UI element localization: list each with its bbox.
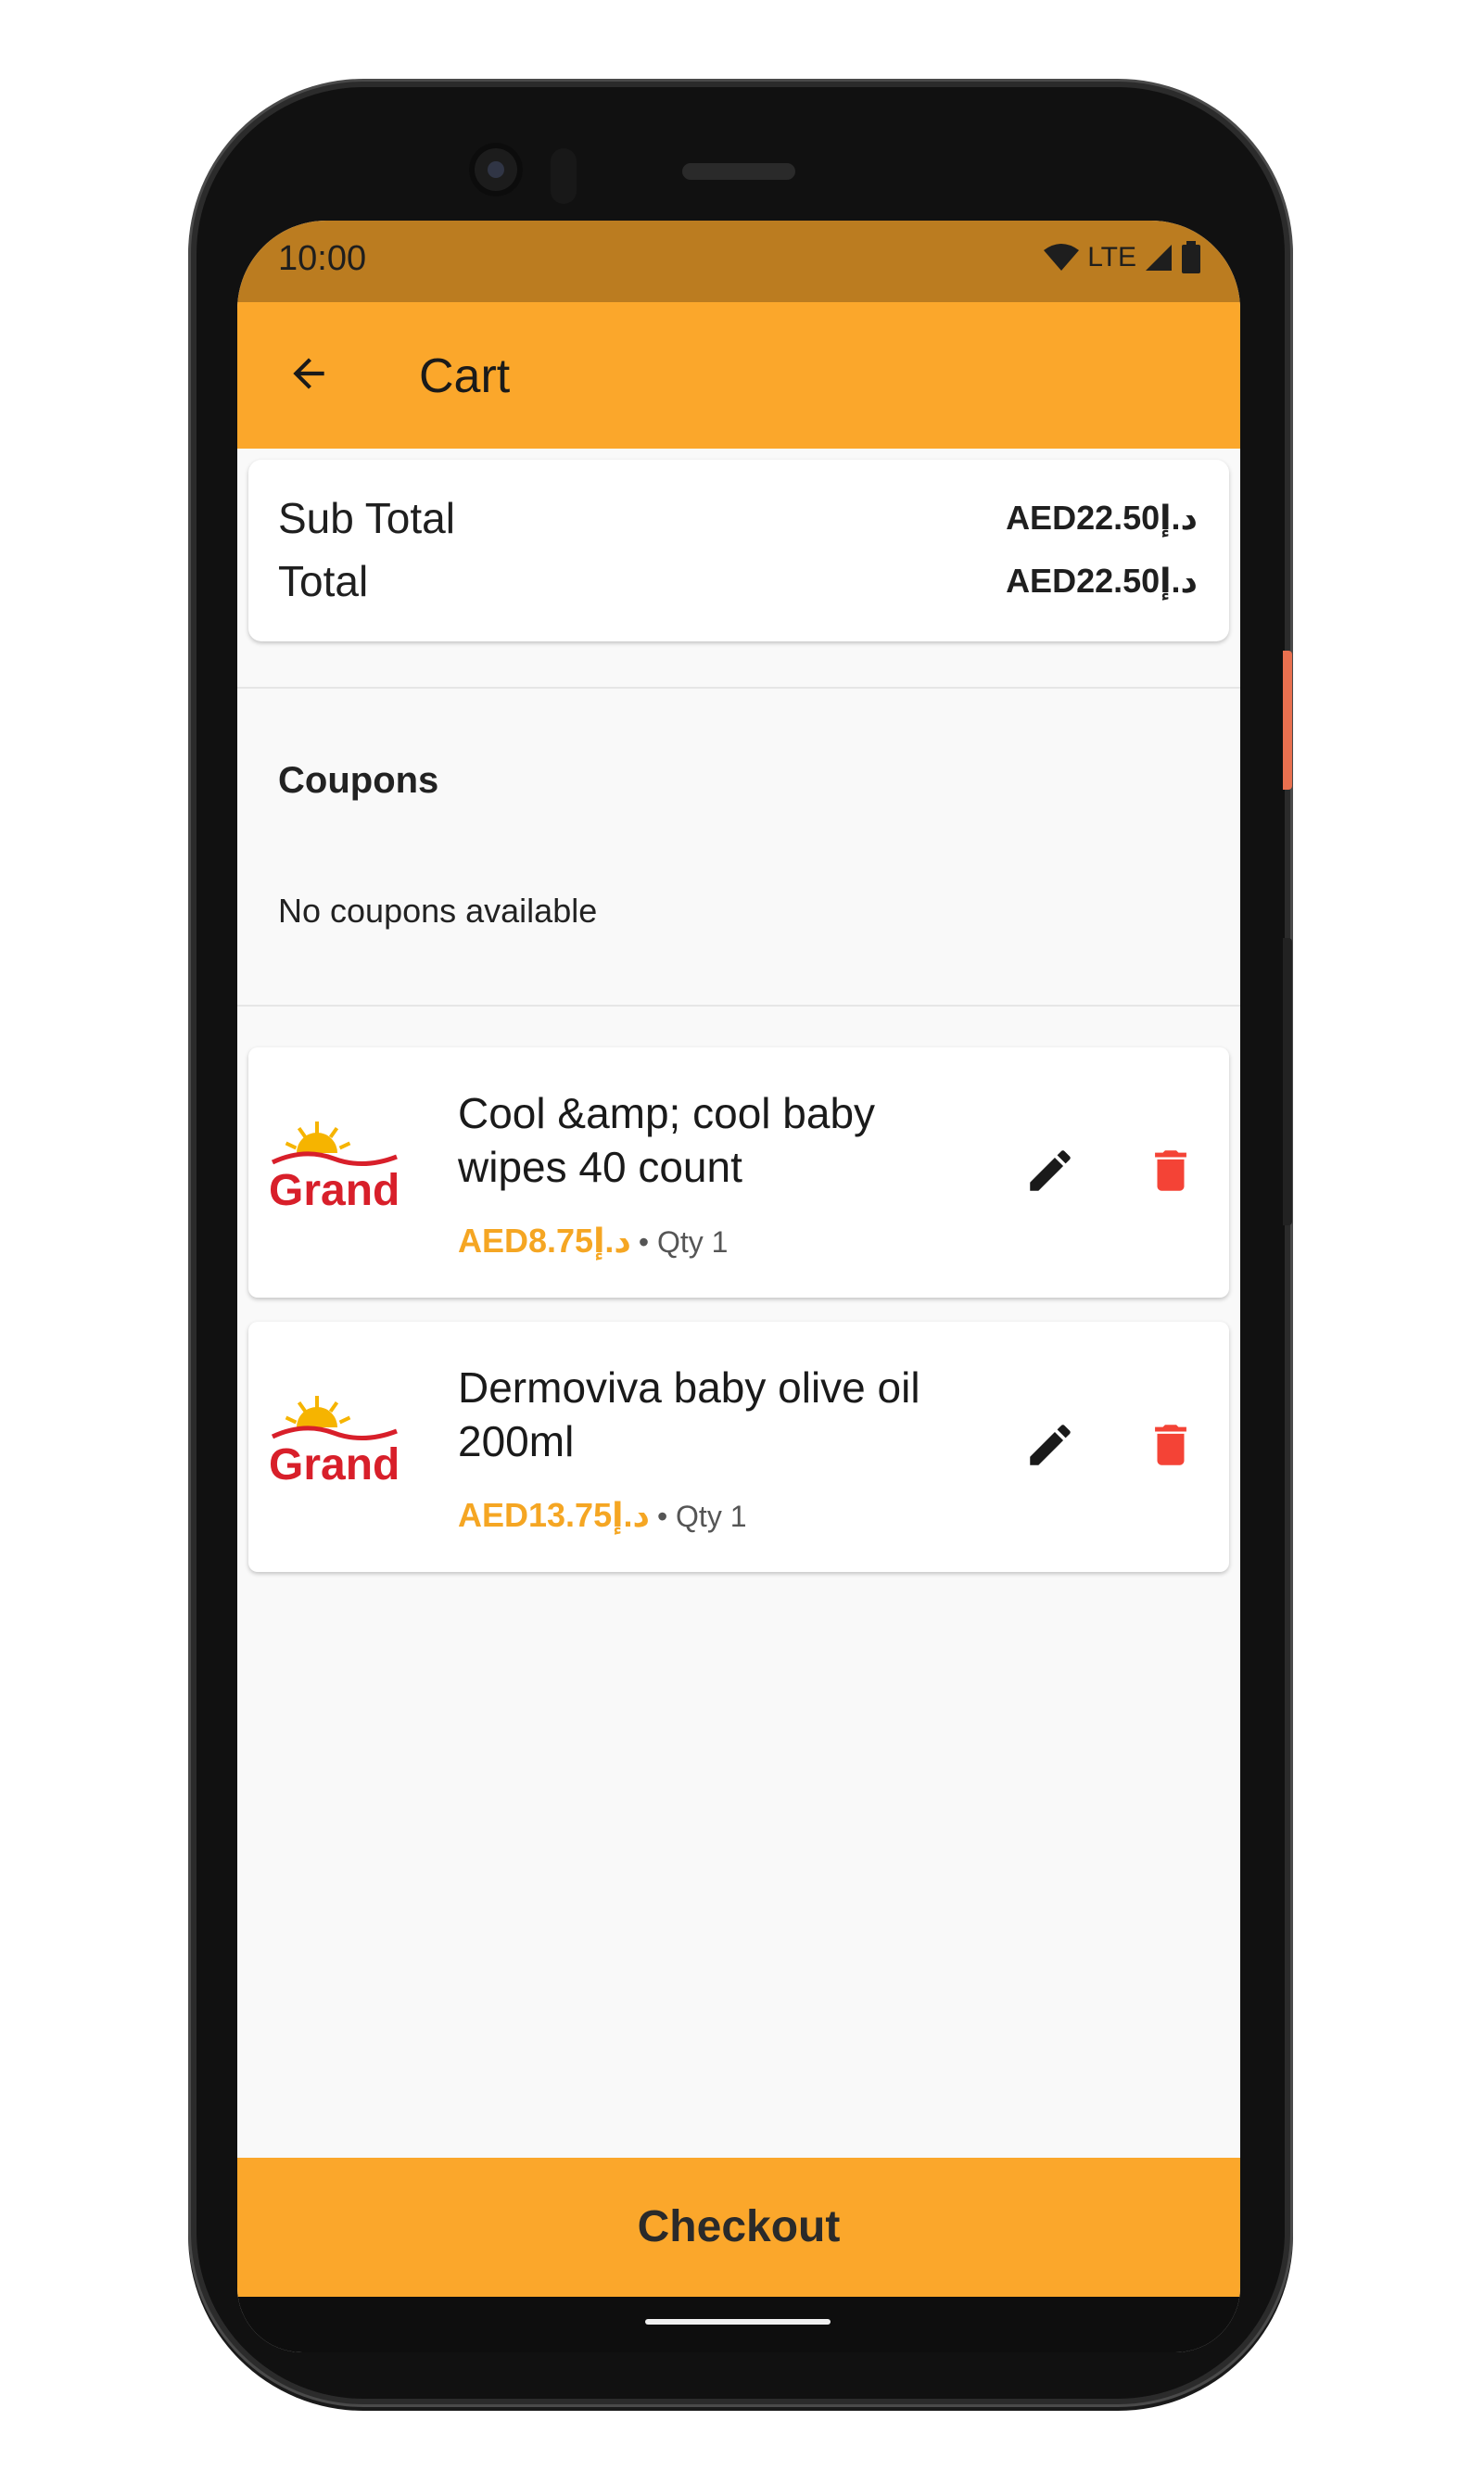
page-title: Cart <box>419 349 511 403</box>
total-label: Total <box>278 557 369 605</box>
volume-button <box>1283 938 1292 1225</box>
wifi-icon <box>1043 243 1080 272</box>
app-screen: 10:00 LTE Cart Sub Total AED22.50د.إ Tot… <box>237 221 1240 2352</box>
coupons-empty-text: No coupons available <box>278 892 598 930</box>
item-price: AED13.75د.إ <box>458 1496 650 1534</box>
edit-button[interactable] <box>1018 1414 1083 1479</box>
sub-total-value: AED22.50د.إ <box>1006 499 1198 537</box>
status-icons: LTE <box>1043 241 1201 274</box>
item-price: AED8.75د.إ <box>458 1222 631 1260</box>
sub-total-row: Sub Total AED22.50د.إ <box>278 493 1198 543</box>
signal-icon <box>1144 243 1173 272</box>
store-logo: Grand <box>267 1394 406 1489</box>
checkout-label: Checkout <box>637 2202 841 2251</box>
front-camera <box>469 143 523 196</box>
delete-button[interactable] <box>1138 1140 1203 1205</box>
proximity-sensor <box>551 148 577 204</box>
earpiece-speaker <box>682 163 795 180</box>
status-bar: 10:00 LTE <box>237 221 1240 302</box>
gesture-nav-area <box>237 2297 1240 2352</box>
sub-total-label: Sub Total <box>278 494 455 542</box>
item-name: Cool &amp; cool baby wipes 40 count <box>458 1089 876 1191</box>
item-meta: AED8.75د.إ • Qty 1 <box>458 1222 728 1261</box>
checkout-button[interactable]: Checkout <box>237 2158 1240 2297</box>
item-name: Dermoviva baby olive oil 200ml <box>458 1363 920 1465</box>
coupons-heading: Coupons <box>278 760 439 801</box>
trash-icon <box>1144 1418 1198 1476</box>
store-logo-text: Grand <box>269 1166 400 1212</box>
delete-button[interactable] <box>1138 1414 1203 1479</box>
totals-card: Sub Total AED22.50د.إ Total AED22.50د.إ <box>248 460 1229 641</box>
arrow-left-icon <box>285 350 332 401</box>
network-type: LTE <box>1087 242 1136 272</box>
section-divider <box>237 1005 1240 1007</box>
battery-icon <box>1181 241 1201 274</box>
trash-icon <box>1144 1144 1198 1202</box>
home-indicator[interactable] <box>645 2319 831 2325</box>
item-qty: • Qty 1 <box>656 1500 747 1533</box>
pencil-icon <box>1023 1144 1077 1202</box>
store-logo: Grand <box>267 1120 406 1215</box>
total-row: Total AED22.50د.إ <box>278 556 1198 606</box>
cart-item[interactable]: Grand Dermoviva baby olive oil 200ml AED… <box>248 1322 1229 1572</box>
app-bar: Cart <box>237 302 1240 449</box>
power-button <box>1283 651 1292 790</box>
cart-item[interactable]: Grand Cool &amp; cool baby wipes 40 coun… <box>248 1047 1229 1298</box>
back-button[interactable] <box>280 347 337 404</box>
edit-button[interactable] <box>1018 1140 1083 1205</box>
status-time: 10:00 <box>278 239 367 278</box>
pencil-icon <box>1023 1418 1077 1476</box>
total-value: AED22.50د.إ <box>1006 562 1198 600</box>
item-qty: • Qty 1 <box>638 1225 729 1259</box>
item-meta: AED13.75د.إ • Qty 1 <box>458 1496 747 1535</box>
store-logo-text: Grand <box>269 1440 400 1487</box>
section-divider <box>237 687 1240 689</box>
